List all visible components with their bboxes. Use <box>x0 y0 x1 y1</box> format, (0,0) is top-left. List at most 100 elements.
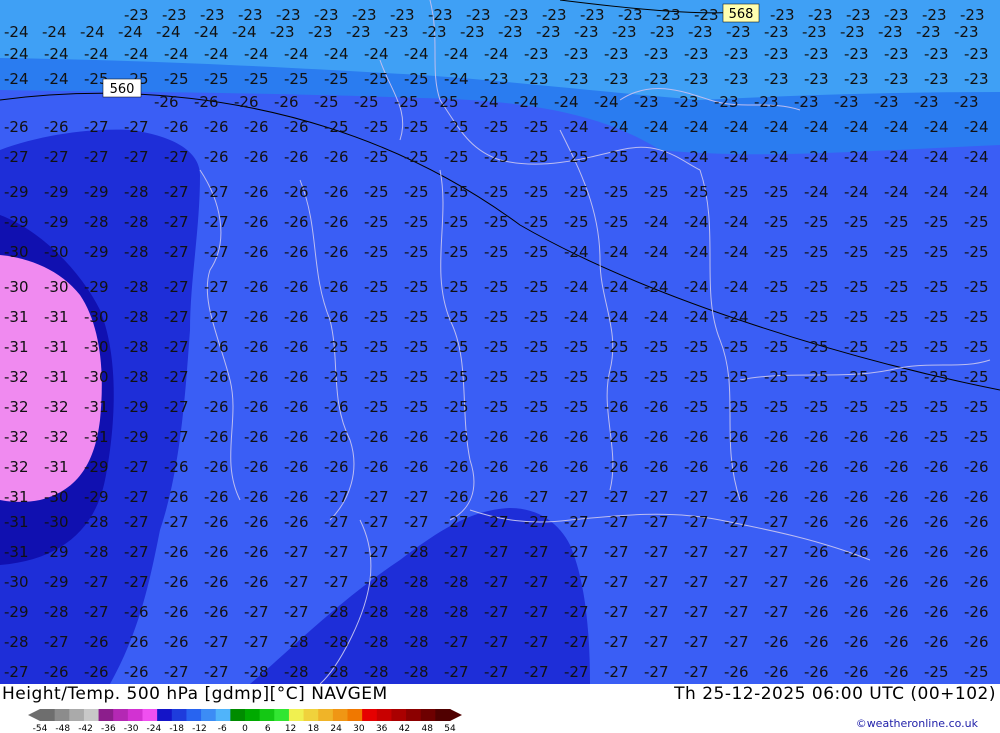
legend-tick-label: -54 <box>33 724 48 732</box>
contour-label: -26 <box>564 428 589 446</box>
contour-label: -28 <box>444 573 469 591</box>
contour-label: -26 <box>324 428 349 446</box>
contour-label: -29 <box>44 573 69 591</box>
contour-label: -25 <box>684 398 709 416</box>
contour-label: -26 <box>644 428 669 446</box>
contour-label: -24 <box>554 93 579 111</box>
contour-label: -23 <box>466 6 491 24</box>
contour-label: -27 <box>684 513 709 531</box>
contour-label: -25 <box>444 118 469 136</box>
contour-label: -26 <box>244 543 269 561</box>
contour-label: -27 <box>564 633 589 651</box>
contour-label: -28 <box>364 603 389 621</box>
contour-label: -26 <box>844 543 869 561</box>
contour-label: -25 <box>484 148 509 166</box>
contour-label: -31 <box>44 458 69 476</box>
contour-label: -25 <box>924 398 949 416</box>
legend-swatch <box>376 709 392 721</box>
legend-swatch <box>288 709 305 721</box>
contour-label: -25 <box>524 368 549 386</box>
contour-label: -27 <box>364 488 389 506</box>
legend-tick-label: -48 <box>55 724 70 732</box>
contour-label: -27 <box>484 573 509 591</box>
contour-label: -23 <box>726 23 751 41</box>
credit-link[interactable]: ©weatheronline.co.uk <box>856 717 978 730</box>
contour-label: -25 <box>964 428 989 446</box>
contour-label: -26 <box>284 118 309 136</box>
contour-label: -24 <box>164 45 189 63</box>
contour-label: -27 <box>164 308 189 326</box>
contour-label: -23 <box>954 23 979 41</box>
color-legend: -54 -48 -42 -36 -30 -24 -18 -12 -6 0 6 12 18 24 30 36 42… <box>28 709 462 732</box>
contour-label: -24 <box>644 148 669 166</box>
contour-label: -30 <box>44 513 69 531</box>
contour-label: -30 <box>84 368 109 386</box>
contour-label: -26 <box>244 213 269 231</box>
contour-label: -29 <box>44 543 69 561</box>
contour-label: -27 <box>164 183 189 201</box>
contour-label: -23 <box>162 6 187 24</box>
contour-label: -27 <box>124 148 149 166</box>
contour-label: -25 <box>924 368 949 386</box>
contour-label: -25 <box>604 183 629 201</box>
contour-label: -25 <box>444 338 469 356</box>
legend-arrow-right <box>450 709 462 721</box>
contour-label: -25 <box>644 368 669 386</box>
contour-label: -26 <box>804 633 829 651</box>
contour-label: -25 <box>484 243 509 261</box>
contour-label: -27 <box>204 213 229 231</box>
contour-label: -25 <box>404 70 429 88</box>
contour-label: -23 <box>874 93 899 111</box>
contour-label: -23 <box>804 45 829 63</box>
contour-label: -26 <box>924 633 949 651</box>
contour-label: -27 <box>44 633 69 651</box>
contour-label: -23 <box>884 45 909 63</box>
contour-label: -23 <box>764 45 789 63</box>
contour-label: -27 <box>484 663 509 681</box>
contour-label: -27 <box>764 573 789 591</box>
contour-label: -25 <box>404 213 429 231</box>
contour-label: -25 <box>724 338 749 356</box>
contour-label: -25 <box>604 368 629 386</box>
contour-label: -27 <box>44 148 69 166</box>
contour-label: -25 <box>324 368 349 386</box>
contour-label: -27 <box>204 663 229 681</box>
contour-label: -26 <box>524 428 549 446</box>
contour-label: -32 <box>4 398 29 416</box>
contour-label: -23 <box>200 6 225 24</box>
contour-label: -24 <box>684 278 709 296</box>
contour-label: -24 <box>884 183 909 201</box>
contour-label: -23 <box>314 6 339 24</box>
contour-label: -24 <box>564 118 589 136</box>
contour-label: -23 <box>804 70 829 88</box>
contour-label: -25 <box>764 338 789 356</box>
contour-label: -27 <box>524 633 549 651</box>
contour-label: -27 <box>524 663 549 681</box>
contour-label: -26 <box>244 183 269 201</box>
legend-swatch <box>142 709 158 721</box>
contour-label: -26 <box>244 243 269 261</box>
contour-label: -24 <box>4 45 29 63</box>
contour-label: -25 <box>764 308 789 326</box>
legend-tick-label: -36 <box>101 724 116 732</box>
contour-label: -32 <box>4 368 29 386</box>
contour-label: -25 <box>764 243 789 261</box>
contour-label: -26 <box>204 543 229 561</box>
legend-tick-label: 12 <box>285 724 296 732</box>
contour-label: -26 <box>324 213 349 231</box>
contour-label: -26 <box>284 513 309 531</box>
contour-label: -26 <box>804 573 829 591</box>
contour-label: -31 <box>4 308 29 326</box>
contour-label: -27 <box>604 603 629 621</box>
contour-label: -26 <box>284 148 309 166</box>
map-datetime: Th 25-12-2025 06:00 UTC (00+102) <box>674 684 996 704</box>
contour-label: -25 <box>804 243 829 261</box>
contour-label: -27 <box>564 573 589 591</box>
contour-label: -23 <box>124 6 149 24</box>
contour-label: -26 <box>804 513 829 531</box>
contour-label: -26 <box>244 308 269 326</box>
contour-label: -25 <box>484 183 509 201</box>
contour-label: -26 <box>364 458 389 476</box>
contour-label: -25 <box>884 338 909 356</box>
contour-label: -23 <box>656 6 681 24</box>
